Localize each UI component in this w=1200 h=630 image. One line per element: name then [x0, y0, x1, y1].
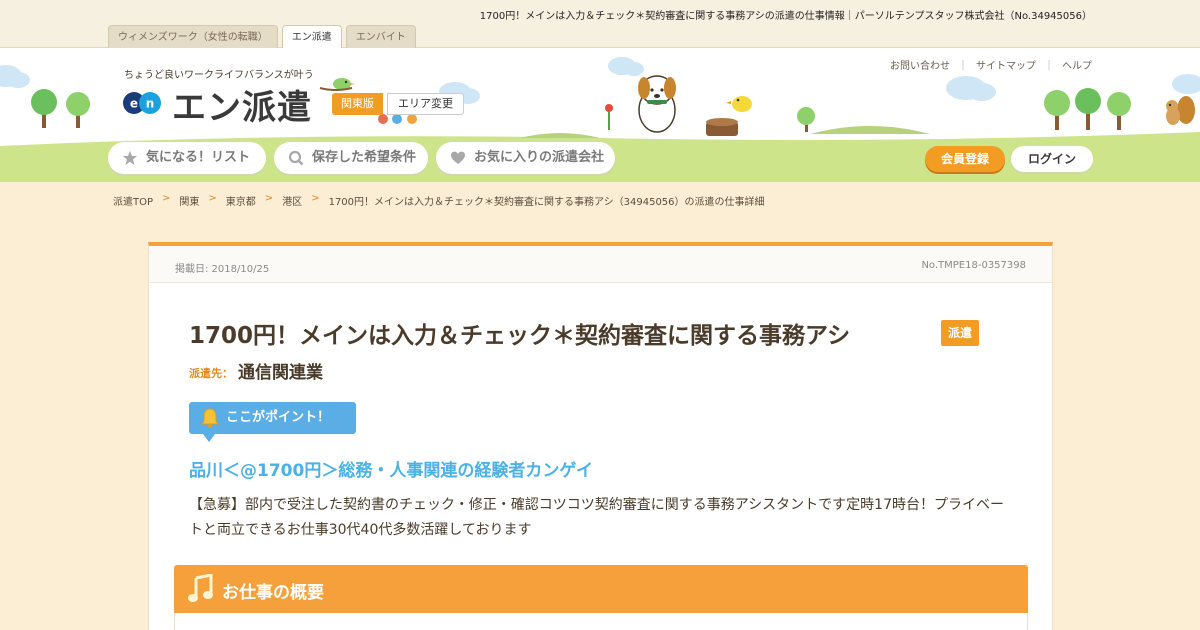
bell-icon: [201, 408, 219, 428]
region-badge: 関東版: [332, 93, 383, 115]
breadcrumb-item-minato[interactable]: 港区: [282, 193, 302, 208]
tree-left-2: [66, 92, 90, 128]
section-header-job-overview: お仕事の概要: [174, 565, 1028, 613]
breadcrumb: 派遣TOP > 関東 > 東京都 > 港区 > 1700円！メインは入力＆チェッ…: [113, 193, 765, 208]
squirrel: [1166, 96, 1195, 125]
site-tab-womens-work[interactable]: ウィメンズワーク（女性の転職）: [108, 25, 278, 48]
breadcrumb-separator: >: [162, 193, 171, 204]
contact-link[interactable]: お問い合わせ: [890, 57, 950, 72]
breadcrumb-item-top[interactable]: 派遣TOP: [113, 193, 153, 208]
job-meta-row: 掲載日: 2018/10/25 No.TMPE18-0357398: [149, 246, 1052, 283]
site-tabs: ウィメンズワーク（女性の転職） エン派遣 エンバイト: [108, 25, 416, 49]
site-tab-en-haken[interactable]: エン派遣: [281, 25, 342, 49]
job-catch-copy: 品川＜@1700円＞総務・人事関連の経験者カンゲイ: [189, 461, 593, 481]
posted-date: 掲載日: 2018/10/25: [175, 264, 270, 275]
register-button[interactable]: 会員登録: [925, 146, 1005, 172]
tree-left-1: [31, 89, 57, 128]
green-bird: [319, 78, 355, 91]
tagline: ちょうど良いワークライフバランスが叶う: [124, 70, 314, 81]
util-separator: ｜: [958, 61, 968, 72]
svg-text:e: e: [130, 97, 138, 111]
section-title: お仕事の概要: [222, 583, 324, 603]
nav-label: お気に入りの派遣会社: [474, 150, 605, 165]
page-heading: 1700円！メインは入力＆チェック＊契約審査に関する事務アシの派遣の仕事情報｜パ…: [479, 11, 1092, 22]
nav-label: 保存した希望条件: [312, 150, 417, 165]
breadcrumb-separator: >: [208, 193, 217, 204]
breadcrumb-item-tokyo[interactable]: 東京都: [226, 193, 256, 208]
utility-links: お問い合わせ ｜ サイトマップ ｜ ヘルプ: [890, 57, 1092, 72]
employment-type-badge: 派遣: [941, 320, 980, 346]
site-logo-text[interactable]: エン派遣: [172, 80, 312, 129]
music-note-icon: [188, 574, 213, 602]
site-tab-en-baito[interactable]: エンバイト: [345, 25, 416, 48]
star-icon: [123, 151, 137, 165]
site-header: ちょうど良いワークライフバランスが叶う e n エン派遣 関東版 エリア変更 お…: [0, 48, 1200, 182]
top-bar: 1700円！メインは入力＆チェック＊契約審査に関する事務アシの派遣の仕事情報｜パ…: [0, 0, 1200, 49]
breadcrumb-separator: >: [311, 193, 320, 204]
point-label: ここがポイント！: [189, 402, 356, 442]
heart-icon: [451, 151, 465, 164]
nav-favorite-list[interactable]: 気になる！リスト: [108, 142, 266, 174]
dog-illustration: [638, 75, 676, 133]
svg-text:n: n: [146, 97, 155, 111]
client-industry: 通信関連業: [238, 363, 323, 383]
en-logo-mark[interactable]: e n: [123, 92, 161, 114]
login-button[interactable]: ログイン: [1011, 146, 1093, 172]
point-label-text: ここがポイント！: [226, 410, 331, 425]
sitemap-link[interactable]: サイトマップ: [976, 57, 1036, 72]
job-lead-text: 【急募】部内で受注した契約書のチェック・修正・確認コツコツ契約審査に関する事務ア…: [189, 497, 1004, 538]
breadcrumb-item-kanto[interactable]: 関東: [179, 193, 199, 208]
help-link[interactable]: ヘルプ: [1062, 57, 1092, 72]
section-body: [174, 613, 1028, 630]
nav-saved-conditions[interactable]: 保存した希望条件: [274, 142, 428, 174]
util-separator: ｜: [1044, 61, 1054, 72]
job-title: 1700円！メインは入力＆チェック＊契約審査に関する事務アシ: [189, 323, 851, 349]
nav-favorite-agencies[interactable]: お気に入りの派遣会社: [436, 142, 615, 174]
search-icon: [288, 150, 304, 166]
job-detail-card: 掲載日: 2018/10/25 No.TMPE18-0357398 1700円！…: [148, 242, 1053, 630]
breadcrumb-separator: >: [264, 193, 274, 204]
yellow-bird: [726, 96, 752, 112]
area-change-button[interactable]: エリア変更: [387, 93, 464, 115]
client-label: 派遣先：: [189, 367, 233, 380]
nav-label: 気になる！リスト: [146, 150, 251, 165]
job-number: No.TMPE18-0357398: [921, 260, 1026, 271]
breadcrumb-item-current: 1700円！メインは入力＆チェック＊契約審査に関する事務アシ（34945056）…: [328, 197, 765, 208]
